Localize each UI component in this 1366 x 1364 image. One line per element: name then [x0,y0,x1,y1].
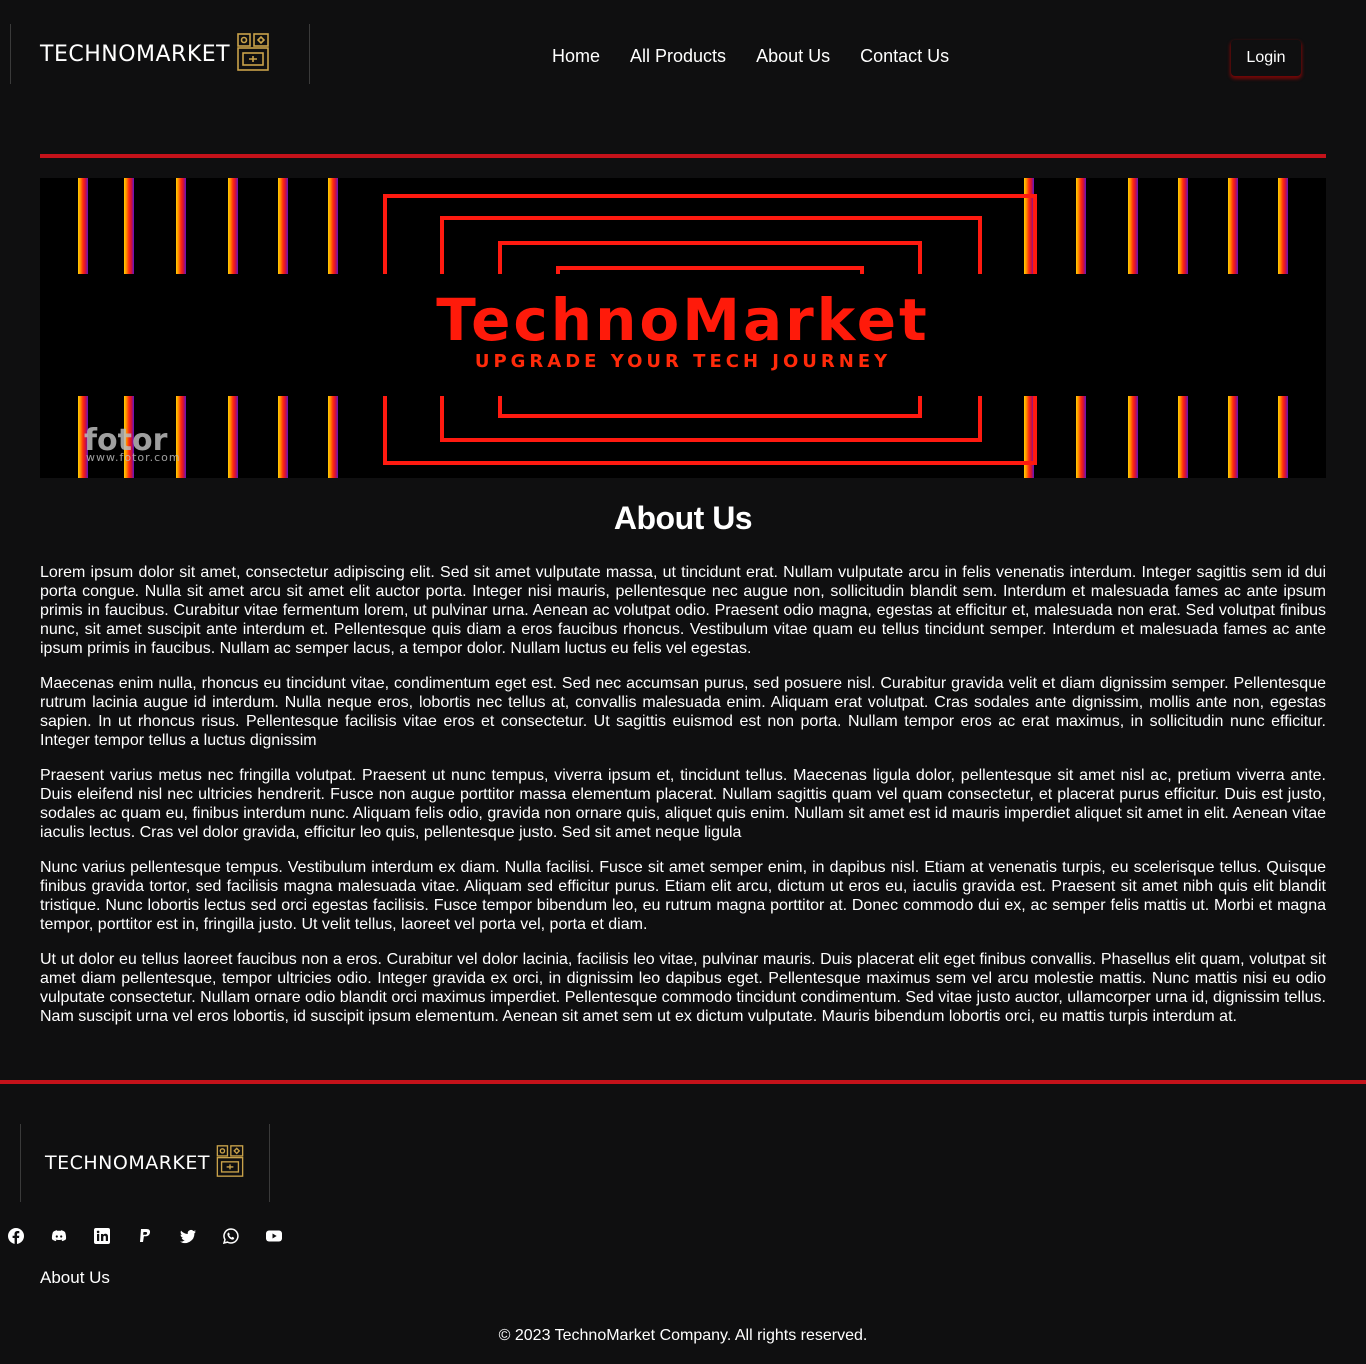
banner-tagline: UPGRADE YOUR TECH JOURNEY [475,351,891,372]
linkedin-icon[interactable] [94,1228,110,1244]
login-button[interactable]: Login [1231,40,1301,76]
header-divider [40,154,1326,158]
paypal-icon[interactable] [137,1228,153,1244]
about-content: Lorem ipsum dolor sit amet, consectetur … [40,563,1326,1042]
about-paragraph: Nunc varius pellentesque tempus. Vestibu… [40,859,1326,933]
main-nav: Home All Products About Us Contact Us [552,46,949,67]
social-links [8,1228,282,1245]
youtube-icon[interactable] [266,1228,282,1244]
banner-title: TechnoMarket [436,286,930,354]
about-paragraph: Ut ut dolor eu tellus laoreet faucibus n… [40,951,1326,1025]
facebook-icon[interactable] [8,1228,24,1244]
store-logo-icon [214,1144,246,1183]
nav-about-us[interactable]: About Us [756,46,830,67]
about-paragraph: Maecenas enim nulla, rhoncus eu tincidun… [40,675,1326,749]
footer-logo-text: TECHNOMARKET [45,1152,210,1174]
about-paragraph: Lorem ipsum dolor sit amet, consectetur … [40,564,1326,657]
page-title: About Us [613,500,753,536]
footer-about-link[interactable]: About Us [40,1268,110,1288]
copyright-text: © 2023 TechnoMarket Company. All rights … [498,1327,868,1344]
banner-watermark-url: www.fotor.com [86,451,181,464]
nav-all-products[interactable]: All Products [630,46,726,67]
footer-logo[interactable]: TECHNOMARKET [20,1124,270,1202]
header-logo[interactable]: TECHNOMARKET [10,24,310,84]
nav-home[interactable]: Home [552,46,600,67]
discord-icon[interactable] [51,1228,67,1244]
twitter-icon[interactable] [180,1228,196,1244]
about-paragraph: Praesent varius metus nec fringilla volu… [40,767,1326,841]
logo-text: TECHNOMARKET [40,41,231,67]
hero-banner: TechnoMarket UPGRADE YOUR TECH JOURNEY f… [40,178,1326,478]
footer-divider [0,1080,1366,1084]
nav-contact-us[interactable]: Contact Us [860,46,949,67]
store-logo-icon [234,32,272,77]
whatsapp-icon[interactable] [222,1228,239,1245]
